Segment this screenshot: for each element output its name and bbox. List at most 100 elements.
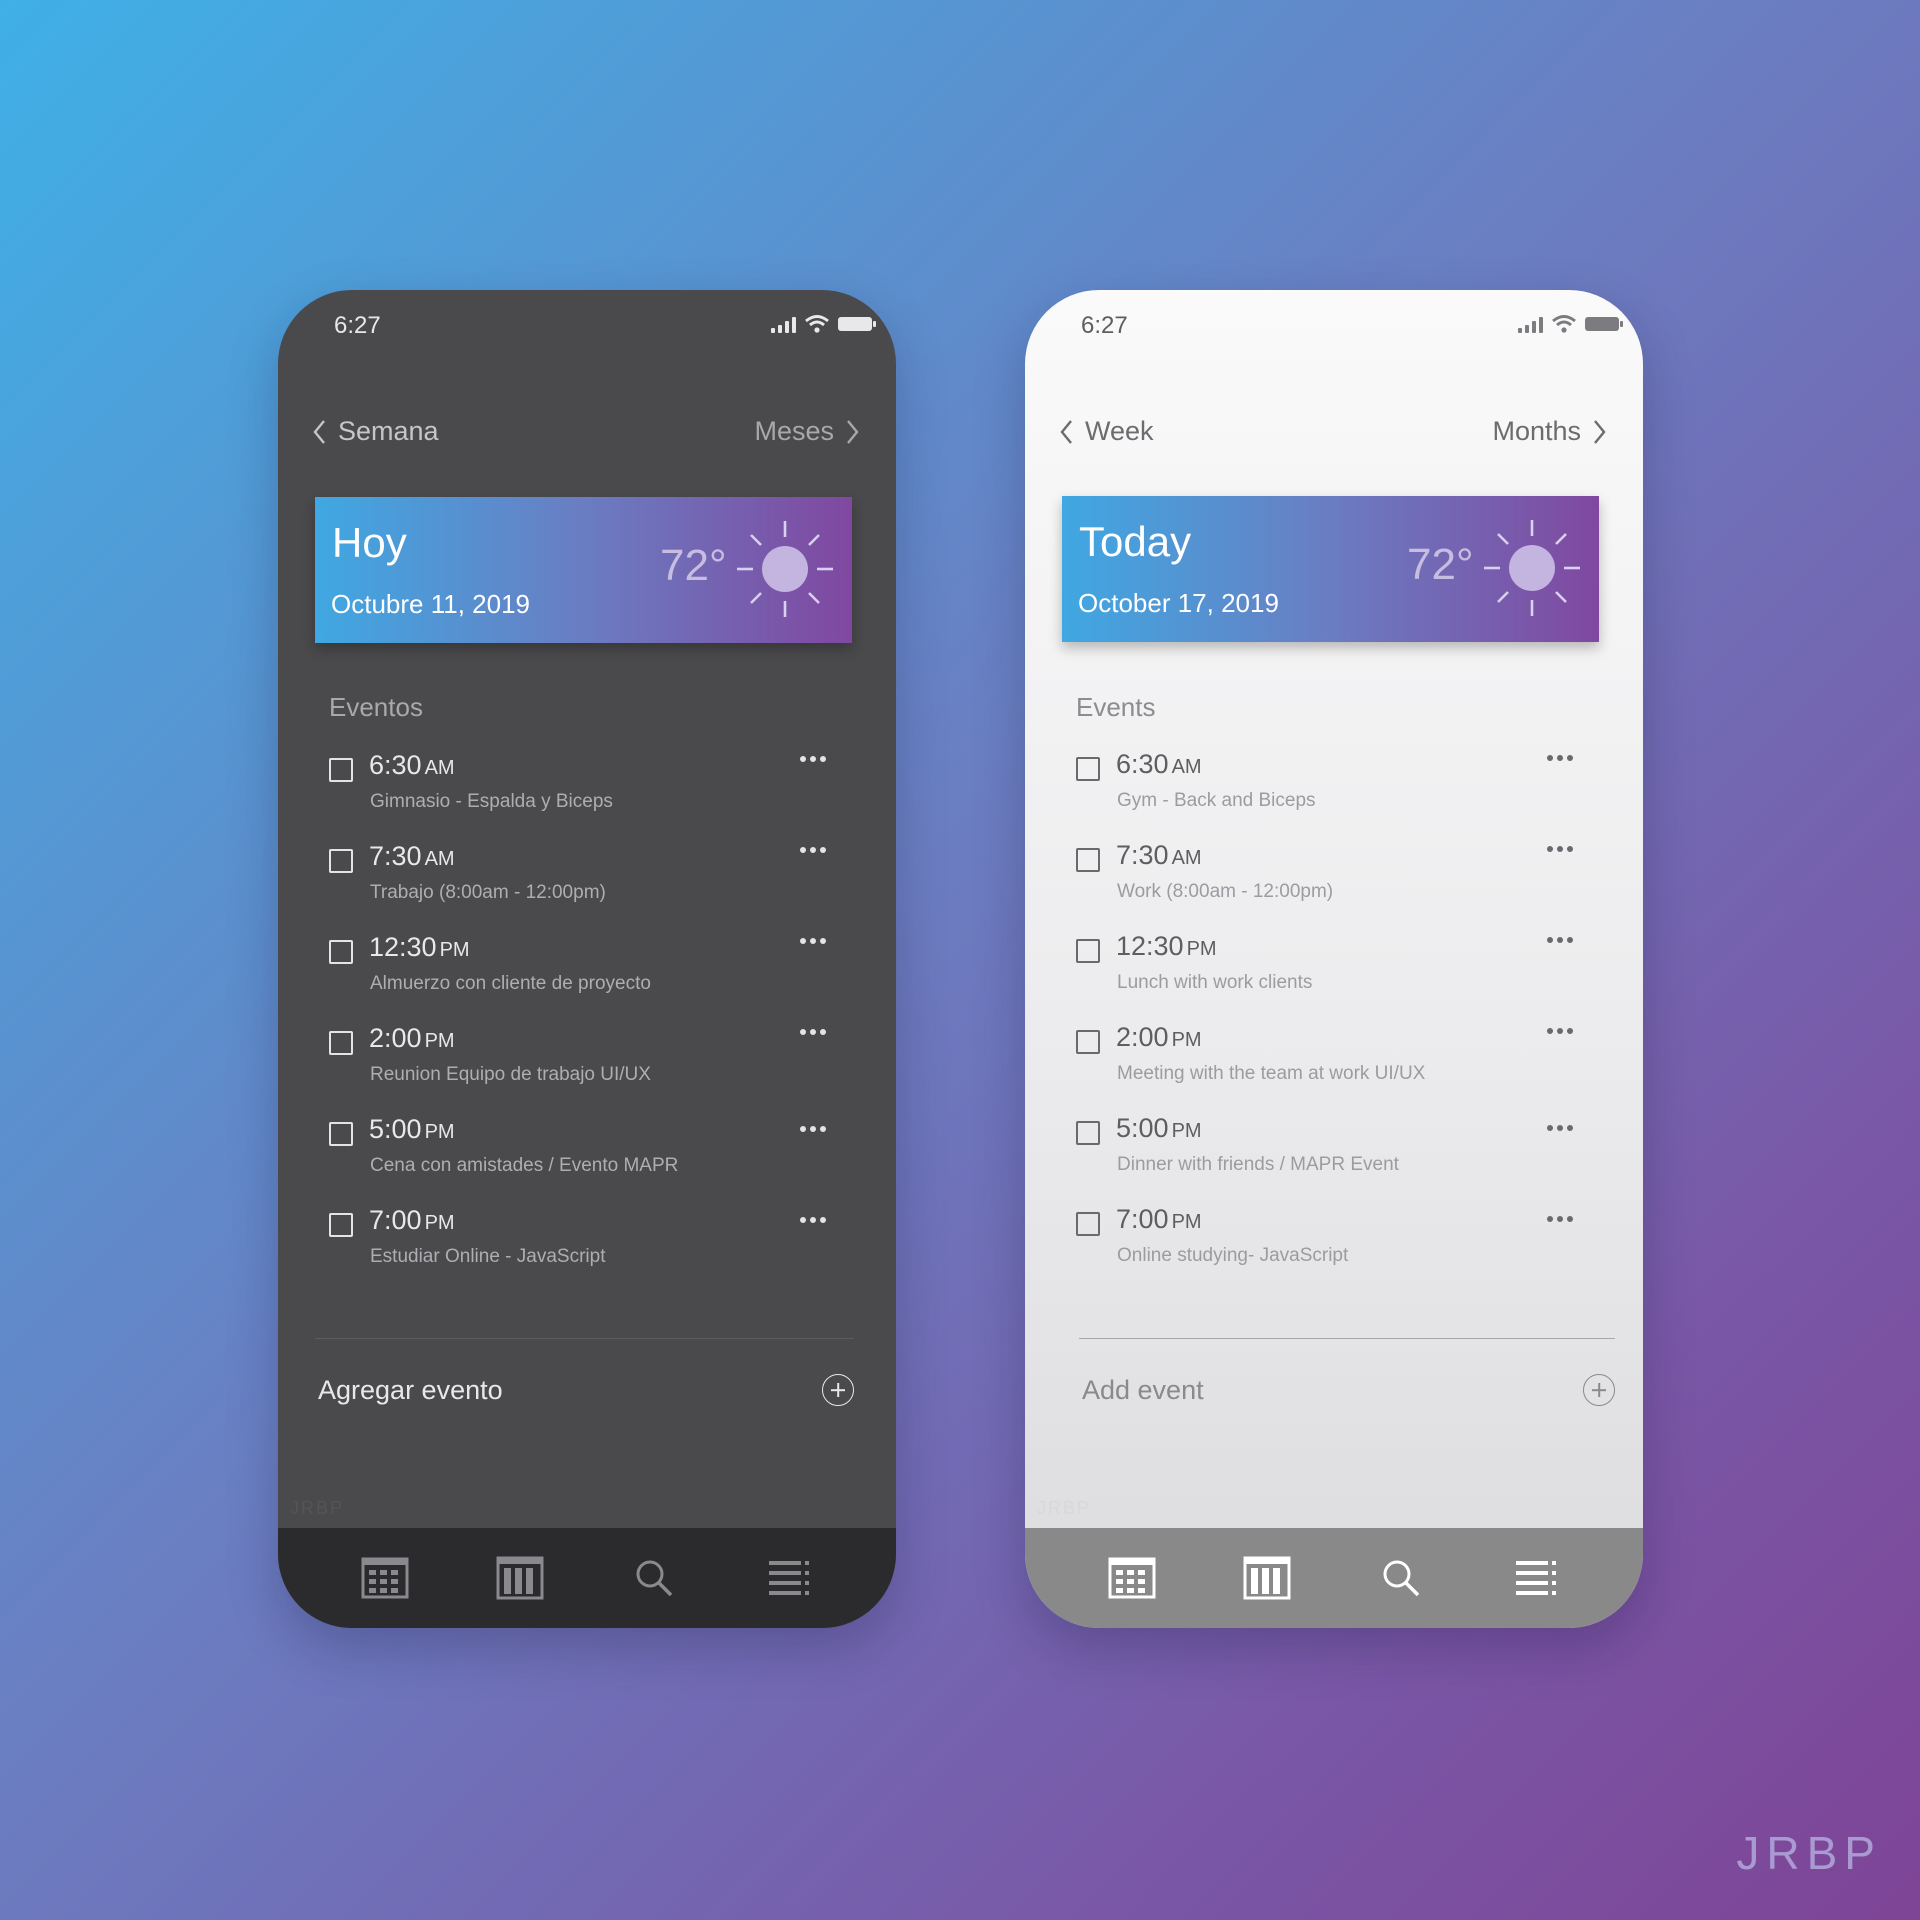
watermark: JRBP xyxy=(1037,1498,1092,1518)
event-description: Dinner with friends / MAPR Event xyxy=(1117,1154,1399,1175)
event-checkbox[interactable] xyxy=(1076,939,1100,963)
status-time: 6:27 xyxy=(1081,312,1128,339)
event-checkbox[interactable] xyxy=(329,1031,353,1055)
today-card[interactable]: Today October 17, 2019 72° xyxy=(1062,496,1599,642)
more-options-icon[interactable] xyxy=(1547,1125,1573,1131)
divider xyxy=(1079,1338,1615,1339)
events-heading: Eventos xyxy=(329,692,423,722)
week-button[interactable]: Semana xyxy=(312,416,439,447)
tab-week[interactable] xyxy=(1237,1548,1297,1608)
tab-search[interactable] xyxy=(624,1548,684,1608)
search-icon xyxy=(636,1560,673,1597)
month-grid-icon xyxy=(361,1557,409,1599)
event-time: 12:30 PM xyxy=(1116,931,1217,961)
event-item: 12:30 PM Almuerzo con cliente de proyecto xyxy=(329,924,862,1004)
event-description: Work (8:00am - 12:00pm) xyxy=(1117,881,1334,902)
sun-icon xyxy=(737,521,833,617)
dark-phone: 6:27 Semana Meses Hoy Octubre 11, 2019 7… xyxy=(278,290,896,1628)
more-options-icon[interactable] xyxy=(1547,846,1573,852)
event-checkbox[interactable] xyxy=(1076,1121,1100,1145)
more-options-icon[interactable] xyxy=(800,1029,826,1035)
event-checkbox[interactable] xyxy=(329,1122,353,1146)
add-event-button[interactable]: Agregar evento xyxy=(318,1368,854,1412)
more-options-icon[interactable] xyxy=(1547,755,1573,761)
week-label: Semana xyxy=(338,416,439,446)
event-time: 2:00 PM xyxy=(1116,1022,1202,1052)
tab-list[interactable] xyxy=(759,1548,819,1608)
event-description: Gym - Back and Biceps xyxy=(1117,790,1316,811)
add-circle-icon[interactable] xyxy=(1583,1374,1615,1406)
signal-icon xyxy=(1518,315,1543,333)
tab-month[interactable] xyxy=(355,1548,415,1608)
status-icons xyxy=(1518,314,1623,334)
add-event-button[interactable]: Add event xyxy=(1082,1368,1615,1412)
more-options-icon[interactable] xyxy=(800,1217,826,1223)
signal-icon xyxy=(771,315,796,333)
add-event-label: Add event xyxy=(1082,1374,1204,1405)
period-nav: Semana Meses xyxy=(312,416,860,447)
event-item: 7:30 AM Trabajo (8:00am - 12:00pm) xyxy=(329,833,862,913)
tab-search[interactable] xyxy=(1371,1548,1431,1608)
search-icon xyxy=(1383,1560,1420,1597)
today-date: Octubre 11, 2019 xyxy=(331,589,530,619)
event-item: 7:00 PM Estudiar Online - JavaScript xyxy=(329,1197,862,1277)
more-options-icon[interactable] xyxy=(800,756,826,762)
event-description: Lunch with work clients xyxy=(1117,972,1313,993)
temperature: 72° xyxy=(660,541,727,590)
week-label: Week xyxy=(1085,416,1154,446)
week-button[interactable]: Week xyxy=(1059,416,1154,447)
week-columns-icon xyxy=(1243,1556,1291,1600)
tab-bar xyxy=(1025,1528,1643,1628)
event-time: 12:30 PM xyxy=(369,932,470,962)
more-options-icon[interactable] xyxy=(1547,937,1573,943)
more-options-icon[interactable] xyxy=(800,847,826,853)
chevron-right-icon xyxy=(847,419,859,444)
chevron-right-icon xyxy=(1594,419,1606,444)
battery-icon xyxy=(1585,317,1623,331)
event-description: Meeting with the team at work UI/UX xyxy=(1117,1063,1426,1084)
event-item: 6:30 AM Gym - Back and Biceps xyxy=(1076,741,1609,821)
tab-list[interactable] xyxy=(1506,1548,1566,1608)
week-columns-icon xyxy=(496,1556,544,1600)
event-checkbox[interactable] xyxy=(1076,1030,1100,1054)
event-description: Cena con amistades / Evento MAPR xyxy=(370,1155,679,1176)
brand-watermark: JRBP xyxy=(1736,1827,1882,1879)
event-time: 7:00 PM xyxy=(1116,1204,1202,1234)
event-time: 7:00 PM xyxy=(369,1205,455,1235)
event-description: Almuerzo con cliente de proyecto xyxy=(370,973,651,994)
battery-icon xyxy=(838,317,876,331)
event-checkbox[interactable] xyxy=(1076,757,1100,781)
event-item: 5:00 PM Cena con amistades / Evento MAPR xyxy=(329,1106,862,1186)
tab-week[interactable] xyxy=(490,1548,550,1608)
event-checkbox[interactable] xyxy=(329,849,353,873)
event-description: Estudiar Online - JavaScript xyxy=(370,1246,606,1267)
event-item: 12:30 PM Lunch with work clients xyxy=(1076,923,1609,1003)
events-heading: Events xyxy=(1076,692,1156,722)
event-checkbox[interactable] xyxy=(329,758,353,782)
status-icons xyxy=(771,314,876,334)
event-checkbox[interactable] xyxy=(329,1213,353,1237)
tab-month[interactable] xyxy=(1102,1548,1162,1608)
more-options-icon[interactable] xyxy=(800,938,826,944)
more-options-icon[interactable] xyxy=(1547,1216,1573,1222)
add-event-label: Agregar evento xyxy=(318,1374,503,1405)
event-time: 6:30 AM xyxy=(369,750,455,780)
event-description: Gimnasio - Espalda y Biceps xyxy=(370,791,613,812)
event-time: 7:30 AM xyxy=(369,841,455,871)
event-checkbox[interactable] xyxy=(1076,848,1100,872)
months-button[interactable]: Months xyxy=(1492,416,1607,447)
more-options-icon[interactable] xyxy=(1547,1028,1573,1034)
today-title: Today xyxy=(1079,518,1192,565)
event-time: 6:30 AM xyxy=(1116,749,1202,779)
event-description: Trabajo (8:00am - 12:00pm) xyxy=(370,882,606,903)
add-circle-icon[interactable] xyxy=(822,1374,854,1406)
months-button[interactable]: Meses xyxy=(754,416,860,447)
temperature: 72° xyxy=(1407,540,1474,589)
today-card[interactable]: Hoy Octubre 11, 2019 72° xyxy=(315,497,852,643)
event-time: 7:30 AM xyxy=(1116,840,1202,870)
status-time: 6:27 xyxy=(334,312,381,339)
more-options-icon[interactable] xyxy=(800,1126,826,1132)
event-checkbox[interactable] xyxy=(329,940,353,964)
event-checkbox[interactable] xyxy=(1076,1212,1100,1236)
event-item: 6:30 AM Gimnasio - Espalda y Biceps xyxy=(329,742,862,822)
